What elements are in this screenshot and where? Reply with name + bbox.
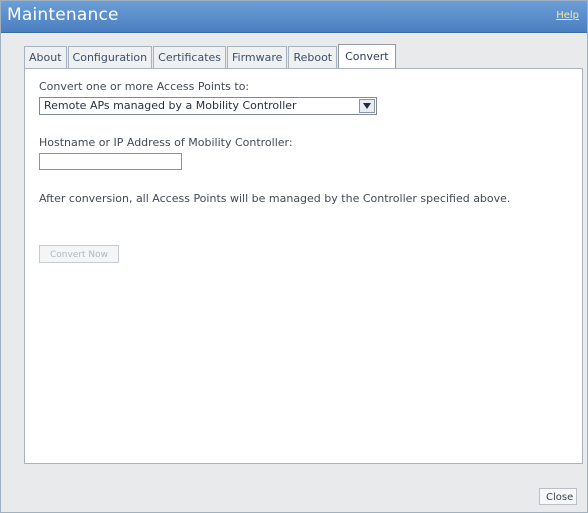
window-title: Maintenance xyxy=(7,5,119,25)
hostname-label: Hostname or IP Address of Mobility Contr… xyxy=(39,136,293,149)
tab-convert[interactable]: Convert xyxy=(338,44,396,68)
close-button[interactable]: Close xyxy=(539,488,577,505)
convert-target-value: Remote APs managed by a Mobility Control… xyxy=(44,99,297,112)
tab-about[interactable]: About xyxy=(24,46,67,68)
convert-label: Convert one or more Access Points to: xyxy=(39,80,250,93)
tab-certificates[interactable]: Certificates xyxy=(153,46,227,68)
help-link[interactable]: Help xyxy=(556,10,579,21)
conversion-info-text: After conversion, all Access Points will… xyxy=(39,192,511,205)
maintenance-window: Maintenance Help About Configuration Cer… xyxy=(0,0,588,513)
tab-firmware[interactable]: Firmware xyxy=(227,46,288,68)
convert-target-select[interactable]: Remote APs managed by a Mobility Control… xyxy=(39,97,377,115)
tab-reboot[interactable]: Reboot xyxy=(288,46,338,68)
hostname-input[interactable] xyxy=(39,153,182,170)
tab-bar: About Configuration Certificates Firmwar… xyxy=(24,44,397,68)
title-bar: Maintenance Help xyxy=(1,1,587,33)
convert-panel: Convert one or more Access Points to: Re… xyxy=(24,68,583,464)
convert-now-button[interactable]: Convert Now xyxy=(39,245,119,263)
tab-configuration[interactable]: Configuration xyxy=(67,46,153,68)
chevron-down-icon[interactable] xyxy=(359,99,375,113)
